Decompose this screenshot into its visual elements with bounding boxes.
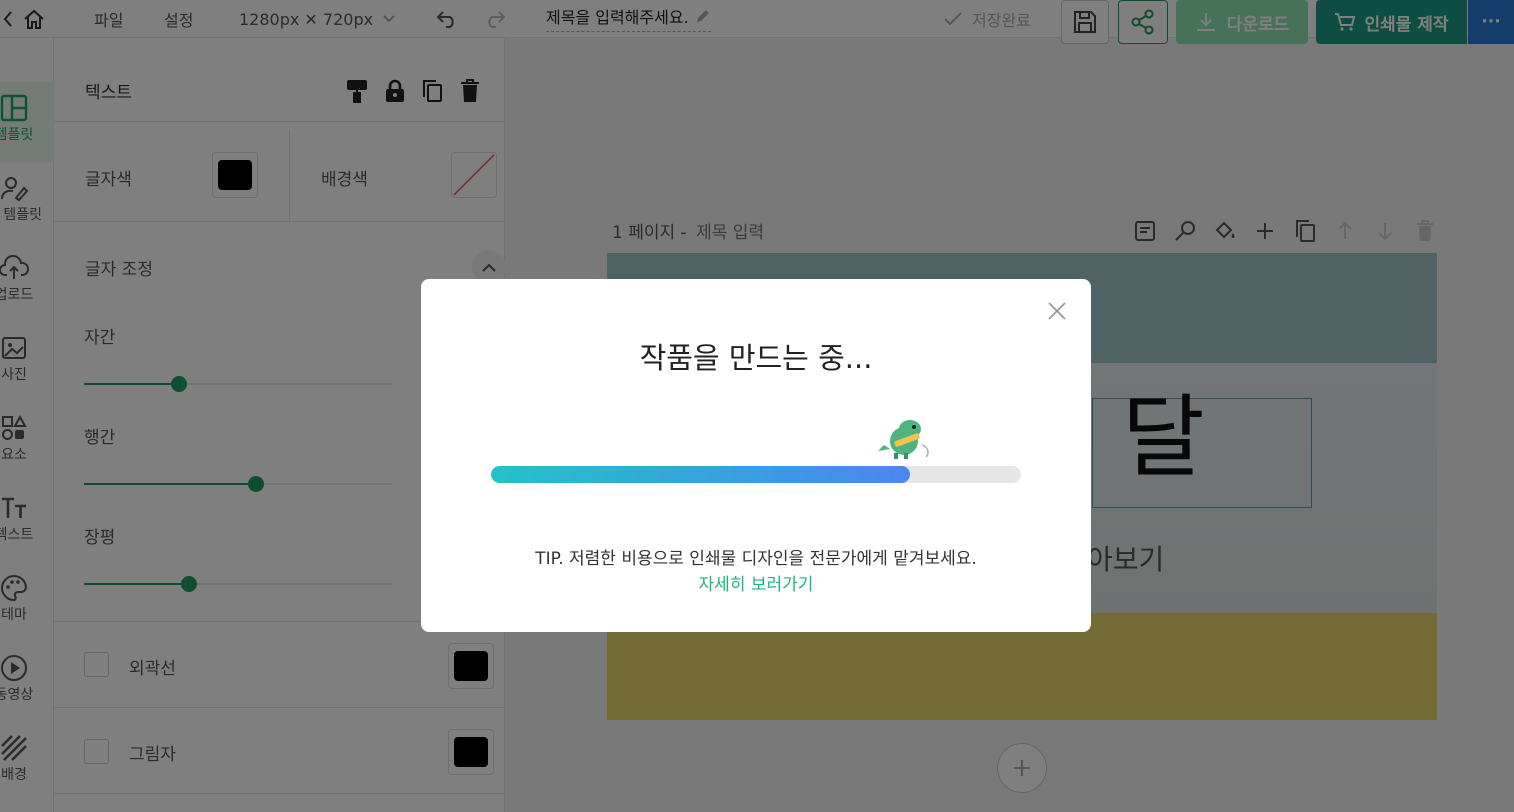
close-icon — [1048, 302, 1066, 320]
dinosaur-mascot-icon — [876, 415, 936, 461]
progress-bar — [491, 466, 1021, 483]
progress-fill — [491, 466, 910, 483]
tip-text: TIP. 저렴한 비용으로 인쇄물 디자인을 전문가에게 맡겨보세요. — [535, 549, 977, 569]
close-button[interactable] — [1045, 299, 1069, 323]
details-link[interactable]: 자세히 보러가기 — [421, 570, 1091, 595]
progress-modal: 작품을 만드는 중... TIP. 저렴한 비용으로 인쇄물 디자인을 전문가에… — [421, 279, 1091, 632]
modal-title: 작품을 만드는 중... — [639, 341, 873, 375]
